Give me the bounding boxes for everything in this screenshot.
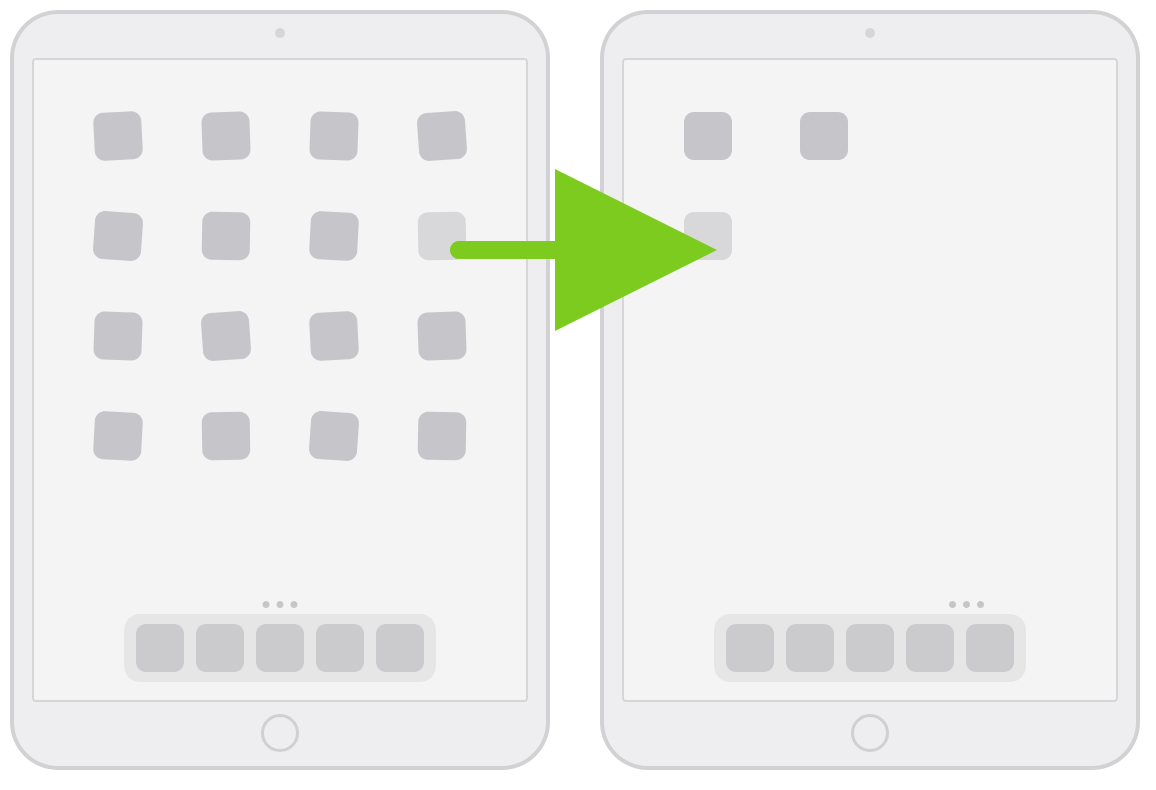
app-icon[interactable] bbox=[202, 412, 251, 461]
diagram-stage bbox=[0, 0, 1156, 790]
front-camera-icon bbox=[865, 28, 875, 38]
home-button[interactable] bbox=[261, 714, 299, 752]
dock-app-icon[interactable] bbox=[256, 624, 304, 672]
dock-app-icon[interactable] bbox=[376, 624, 424, 672]
dock bbox=[124, 614, 436, 682]
app-icon[interactable] bbox=[202, 212, 251, 261]
app-icon[interactable] bbox=[800, 112, 848, 160]
app-row bbox=[94, 212, 466, 260]
app-icon-drop-target[interactable] bbox=[684, 212, 732, 260]
ipad-right bbox=[600, 10, 1140, 770]
dock-app-icon[interactable] bbox=[316, 624, 364, 672]
app-icon[interactable] bbox=[309, 111, 359, 161]
page-dot-icon bbox=[277, 601, 284, 608]
app-icon[interactable] bbox=[309, 311, 359, 361]
page-indicator bbox=[263, 601, 298, 608]
dock-app-icon[interactable] bbox=[906, 624, 954, 672]
app-icon[interactable] bbox=[684, 112, 732, 160]
page-dot-icon bbox=[291, 601, 298, 608]
page-dot-icon bbox=[977, 601, 984, 608]
app-icon[interactable] bbox=[200, 310, 251, 361]
page-dot-icon bbox=[263, 601, 270, 608]
app-icon[interactable] bbox=[418, 412, 467, 461]
app-icon[interactable] bbox=[417, 311, 467, 361]
dock-app-icon[interactable] bbox=[196, 624, 244, 672]
app-row bbox=[94, 112, 466, 160]
dock-app-icon[interactable] bbox=[786, 624, 834, 672]
app-row bbox=[684, 112, 1056, 160]
app-row bbox=[94, 412, 466, 460]
page-dot-icon bbox=[963, 601, 970, 608]
dock bbox=[714, 614, 1026, 682]
dock-app-icon[interactable] bbox=[136, 624, 184, 672]
app-row bbox=[684, 212, 1056, 260]
ipad-left bbox=[10, 10, 550, 770]
dock-app-icon[interactable] bbox=[966, 624, 1014, 672]
page-dot-icon bbox=[949, 601, 956, 608]
ipad-right-screen bbox=[622, 58, 1118, 702]
home-screen-grid bbox=[94, 112, 466, 460]
app-icon[interactable] bbox=[93, 311, 143, 361]
front-camera-icon bbox=[275, 28, 285, 38]
home-button[interactable] bbox=[851, 714, 889, 752]
app-icon[interactable] bbox=[309, 211, 359, 261]
app-icon-being-dragged[interactable] bbox=[418, 212, 467, 261]
app-icon[interactable] bbox=[416, 110, 467, 161]
dock-app-icon[interactable] bbox=[846, 624, 894, 672]
ipad-left-screen bbox=[32, 58, 528, 702]
home-screen-grid bbox=[684, 112, 1056, 260]
app-icon[interactable] bbox=[93, 411, 143, 461]
app-icon[interactable] bbox=[92, 210, 143, 261]
page-indicator bbox=[949, 601, 984, 608]
dock-app-icon[interactable] bbox=[726, 624, 774, 672]
app-icon[interactable] bbox=[201, 111, 251, 161]
app-icon[interactable] bbox=[308, 410, 359, 461]
app-icon[interactable] bbox=[93, 111, 143, 161]
app-row bbox=[94, 312, 466, 360]
